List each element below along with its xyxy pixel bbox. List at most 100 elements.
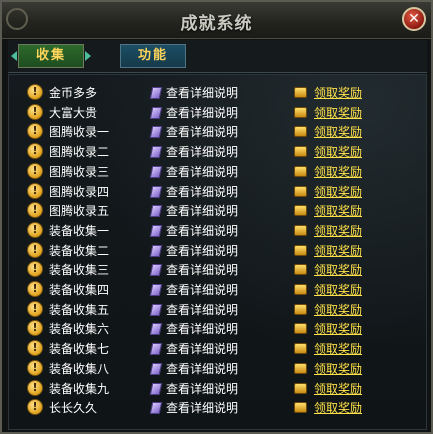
scroll-icon [149,264,163,277]
view-details-link[interactable]: 查看详细说明 [166,301,238,318]
achievement-name: 装备收集一 [49,223,110,238]
tab-collect-label: 收集 [35,48,66,63]
claim-reward-link[interactable]: 领取奖励 [314,123,362,140]
treasure-chest-icon [294,402,307,414]
claim-reward-link[interactable]: 领取奖励 [314,320,362,337]
claim-reward-link[interactable]: 领取奖励 [314,84,362,101]
scroll-icon [149,87,163,99]
view-details-link[interactable]: 查看详细说明 [166,84,238,101]
list-item: ! 装备收集四 查看详细说明 领取奖励 [9,280,428,300]
warning-badge-icon: ! [27,340,43,357]
tab-function[interactable]: 功能 [120,44,186,68]
claim-reward-link[interactable]: 领取奖励 [314,104,362,121]
treasure-chest-icon [294,343,307,355]
view-details-link[interactable]: 查看详细说明 [166,281,238,298]
tab-function-label: 功能 [137,48,168,63]
scroll-icon [149,284,163,296]
tab-bar: 收集 功能 [8,40,427,73]
claim-reward-link[interactable]: 领取奖励 [314,183,362,200]
scroll-icon [149,185,163,198]
view-details-link[interactable]: 查看详细说明 [166,104,238,121]
treasure-chest-icon [294,165,307,177]
list-item: ! 装备收集三 查看详细说明 领取奖励 [9,260,428,280]
list-item: ! 图腾收录一 查看详细说明 领取奖励 [9,122,428,142]
achievement-name: 图腾收录二 [49,145,110,160]
scroll-icon [149,205,163,218]
close-icon[interactable]: ✕ [402,7,426,31]
claim-reward-link[interactable]: 领取奖励 [314,242,362,259]
scroll-icon [149,382,163,395]
view-details-link[interactable]: 查看详细说明 [166,320,238,337]
achievement-name: 图腾收录五 [49,204,110,219]
list-item: ! 金币多多 查看详细说明 领取奖励 [9,83,428,103]
treasure-chest-icon [294,87,307,98]
claim-reward-link[interactable]: 领取奖励 [314,281,362,298]
view-details-link[interactable]: 查看详细说明 [166,242,238,259]
treasure-chest-icon [294,224,307,236]
list-item: ! 图腾收录五 查看详细说明 领取奖励 [9,201,428,221]
treasure-chest-icon [294,362,307,374]
list-item: ! 长长久久 查看详细说明 领取奖励 [9,398,428,418]
achievement-name: 长长久久 [49,401,98,416]
treasure-chest-icon [294,284,307,295]
claim-reward-link[interactable]: 领取奖励 [314,143,362,160]
view-details-link[interactable]: 查看详细说明 [166,360,238,377]
treasure-chest-icon [294,126,307,138]
achievement-name: 图腾收录三 [49,164,110,179]
treasure-chest-icon [294,382,307,394]
window-title: 成就系统 [180,14,253,34]
claim-reward-link[interactable]: 领取奖励 [314,340,362,357]
treasure-chest-icon [294,185,307,197]
warning-badge-icon: ! [27,182,43,199]
tab-collect[interactable]: 收集 [11,44,91,68]
view-details-link[interactable]: 查看详细说明 [166,143,238,160]
claim-reward-link[interactable]: 领取奖励 [314,261,362,278]
list-item: ! 图腾收录三 查看详细说明 领取奖励 [9,162,428,182]
scroll-icon [149,323,163,336]
view-details-link[interactable]: 查看详细说明 [166,222,238,239]
view-details-link[interactable]: 查看详细说明 [166,380,238,397]
warning-badge-icon: ! [27,261,43,278]
view-details-link[interactable]: 查看详细说明 [166,202,238,219]
scroll-icon [149,165,163,178]
scroll-icon [149,343,163,356]
achievement-name: 金币多多 [49,86,98,100]
view-details-link[interactable]: 查看详细说明 [166,340,238,357]
treasure-chest-icon [294,303,307,315]
warning-badge-icon: ! [27,143,43,160]
achievement-name: 装备收集三 [49,263,110,278]
warning-badge-icon: ! [27,84,43,100]
claim-reward-link[interactable]: 领取奖励 [314,163,362,180]
claim-reward-link[interactable]: 领取奖励 [314,301,362,318]
view-details-link[interactable]: 查看详细说明 [166,163,238,180]
warning-badge-icon: ! [27,202,43,219]
warning-badge-icon: ! [27,123,43,140]
claim-reward-link[interactable]: 领取奖励 [314,202,362,219]
treasure-chest-icon [294,106,307,118]
warning-badge-icon: ! [27,162,43,179]
scroll-icon [149,402,163,415]
claim-reward-link[interactable]: 领取奖励 [314,222,362,239]
claim-reward-link[interactable]: 领取奖励 [314,360,362,377]
title-bar[interactable]: 成就系统 ✕ [2,2,431,39]
list-item: ! 装备收集一 查看详细说明 领取奖励 [9,221,428,241]
list-item: ! 大富大贵 查看详细说明 领取奖励 [9,103,428,123]
list-item: ! 装备收集九 查看详细说明 领取奖励 [9,379,428,399]
achievement-list: ! 金币多多 查看详细说明 领取奖励! 大富大贵 查看详细说明 领取奖励! 图腾收录一 查看详细… [8,74,427,430]
claim-reward-link[interactable]: 领取奖励 [314,380,362,397]
treasure-chest-icon [294,323,307,335]
achievement-name: 装备收集七 [49,342,110,357]
view-details-link[interactable]: 查看详细说明 [166,123,238,140]
achievement-name: 装备收集二 [49,243,110,258]
view-details-link[interactable]: 查看详细说明 [166,399,238,416]
achievement-name: 图腾收录一 [49,125,110,140]
list-item: ! 装备收集八 查看详细说明 领取奖励 [9,359,428,379]
list-item: ! 图腾收录四 查看详细说明 领取奖励 [9,182,428,202]
view-details-link[interactable]: 查看详细说明 [166,183,238,200]
achievement-name: 装备收集九 [49,381,110,396]
claim-reward-link[interactable]: 领取奖励 [314,399,362,416]
view-details-link[interactable]: 查看详细说明 [166,261,238,278]
warning-badge-icon: ! [27,281,43,297]
scroll-icon [149,146,163,159]
arrow-left-icon [11,51,17,61]
